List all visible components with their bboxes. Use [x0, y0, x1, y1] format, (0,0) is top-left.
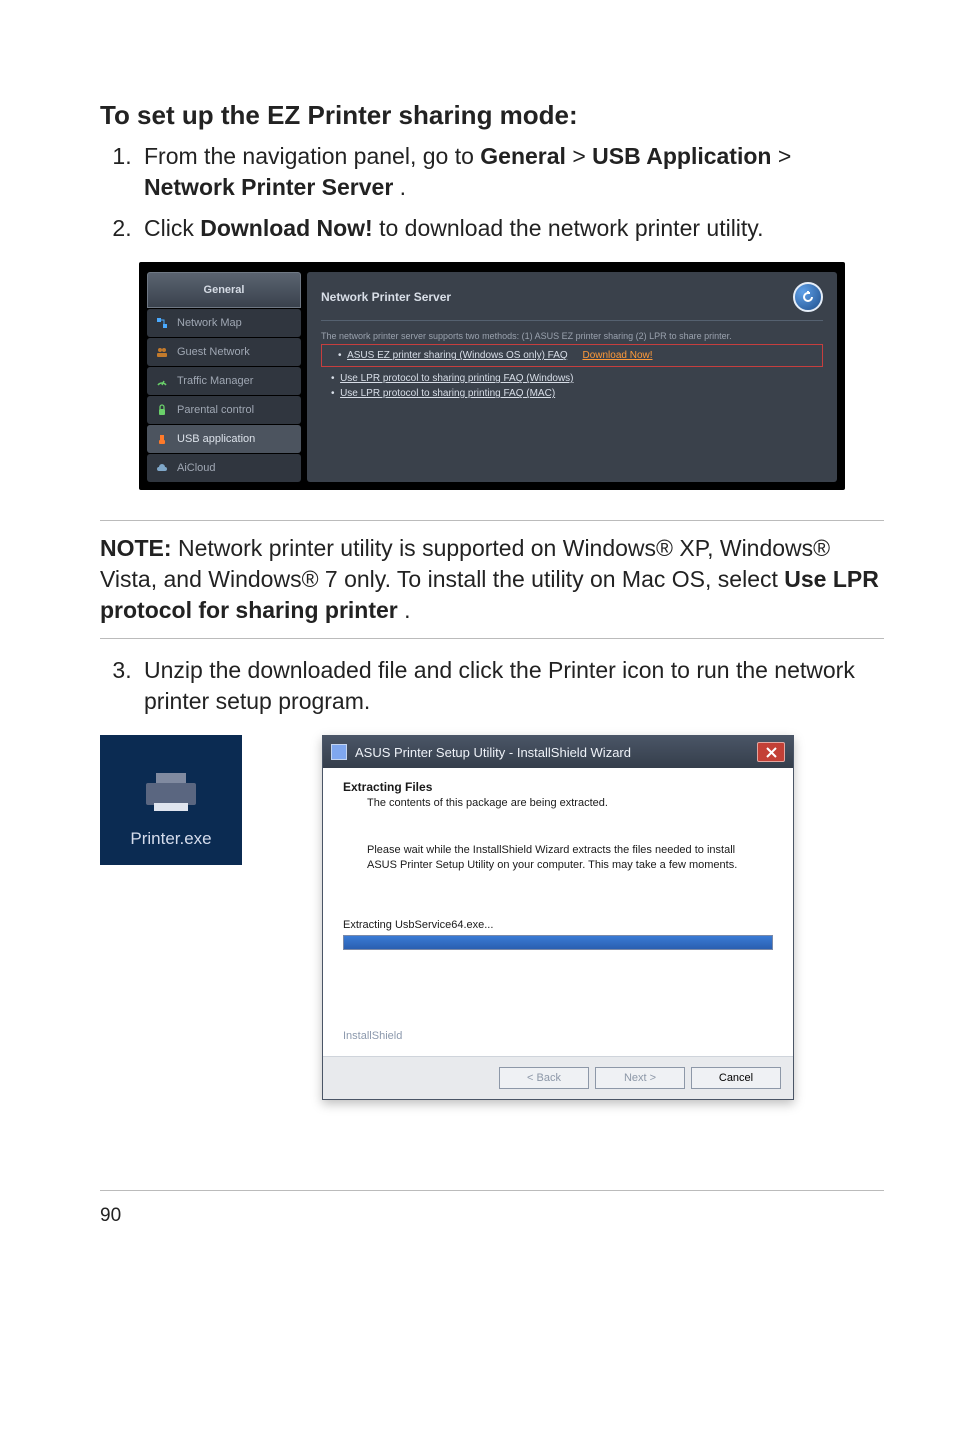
- router-tab-general[interactable]: General: [147, 272, 301, 308]
- step1-post: .: [400, 174, 406, 200]
- router-panel: General Network Map Guest Network Traffi…: [139, 262, 845, 490]
- step2-pre: Click: [144, 215, 200, 241]
- note-body-post: .: [404, 597, 410, 623]
- sidebar-item-label: Traffic Manager: [177, 375, 253, 387]
- meter-icon: [155, 374, 169, 388]
- wizard-extracting-label: Extracting UsbService64.exe...: [343, 919, 773, 931]
- router-tab-general-label: General: [204, 284, 245, 296]
- step-list-2: Unzip the downloaded file and click the …: [100, 655, 884, 717]
- page-number: 90: [100, 1205, 884, 1227]
- wizard-heading: Extracting Files: [343, 780, 773, 794]
- sidebar-item-label: Guest Network: [177, 346, 250, 358]
- close-button[interactable]: [757, 742, 785, 762]
- step-2: Click Download Now! to download the netw…: [138, 213, 884, 244]
- note-body-pre: Network printer utility is supported on …: [100, 535, 830, 592]
- back-button: < Back: [499, 1067, 589, 1089]
- wizard-subheading: The contents of this package are being e…: [367, 797, 773, 809]
- divider: [321, 320, 823, 321]
- note-block: NOTE: Network printer utility is support…: [100, 520, 884, 639]
- step2-bold-download: Download Now!: [200, 215, 372, 241]
- step1-bold-nps: Network Printer Server: [144, 174, 393, 200]
- step2-post: to download the network printer utility.: [379, 215, 763, 241]
- sidebar-item-networkmap[interactable]: Network Map: [147, 309, 301, 337]
- sidebar-item-label: Parental control: [177, 404, 254, 416]
- step1-gt1: >: [572, 143, 592, 169]
- sidebar-item-label: AiCloud: [177, 462, 216, 474]
- footer-separator: [100, 1190, 884, 1191]
- step-3: Unzip the downloaded file and click the …: [138, 655, 884, 717]
- sidebar-item-traffic[interactable]: Traffic Manager: [147, 367, 301, 395]
- usb-icon: [155, 432, 169, 446]
- router-main: Network Printer Server The network print…: [307, 272, 837, 482]
- next-button: Next >: [595, 1067, 685, 1089]
- step-1: From the navigation panel, go to General…: [138, 141, 884, 203]
- faq-link-lpr-win[interactable]: Use LPR protocol to sharing printing FAQ…: [340, 373, 573, 384]
- wizard-body: Please wait while the InstallShield Wiza…: [367, 843, 747, 873]
- download-now-link[interactable]: Download Now!: [582, 350, 652, 361]
- printer-exe-label: Printer.exe: [130, 829, 211, 849]
- faq-link-ezshare[interactable]: ASUS EZ printer sharing (Windows OS only…: [347, 350, 568, 361]
- printer-icon: [146, 773, 196, 813]
- lock-icon: [155, 403, 169, 417]
- progress-bar: [343, 935, 773, 950]
- faq-link-lpr-mac[interactable]: Use LPR protocol to sharing printing FAQ…: [340, 388, 555, 399]
- sidebar-item-aicloud[interactable]: AiCloud: [147, 454, 301, 482]
- note-label: NOTE:: [100, 535, 172, 561]
- progress-fill: [344, 936, 772, 949]
- wizard-titlebar: ASUS Printer Setup Utility - InstallShie…: [323, 736, 793, 768]
- step1-gt2: >: [778, 143, 791, 169]
- cancel-button[interactable]: Cancel: [691, 1067, 781, 1089]
- printer-exe-tile[interactable]: Printer.exe: [100, 735, 242, 865]
- sidebar-item-parental[interactable]: Parental control: [147, 396, 301, 424]
- wizard-title: ASUS Printer Setup Utility - InstallShie…: [355, 745, 631, 760]
- router-sidebar: General Network Map Guest Network Traffi…: [147, 272, 301, 482]
- sidebar-item-label: USB application: [177, 433, 255, 445]
- step1-pre: From the navigation panel, go to: [144, 143, 480, 169]
- support-line: The network printer server supports two …: [321, 331, 823, 341]
- network-icon: [155, 316, 169, 330]
- step1-bold-usbapp: USB Application: [592, 143, 771, 169]
- section-heading: To set up the EZ Printer sharing mode:: [100, 100, 884, 131]
- wizard-buttons: < Back Next > Cancel: [323, 1056, 793, 1099]
- router-main-title: Network Printer Server: [321, 290, 451, 304]
- step-list-1: From the navigation panel, go to General…: [100, 141, 884, 244]
- sidebar-item-usb[interactable]: USB application: [147, 425, 301, 453]
- cloud-icon: [155, 461, 169, 475]
- sidebar-item-label: Network Map: [177, 317, 242, 329]
- step3-text: Unzip the downloaded file and click the …: [144, 657, 855, 714]
- refresh-button[interactable]: [793, 282, 823, 312]
- sidebar-item-guest[interactable]: Guest Network: [147, 338, 301, 366]
- highlight-box: • ASUS EZ printer sharing (Windows OS on…: [321, 344, 823, 367]
- step1-bold-general: General: [480, 143, 566, 169]
- installshield-wizard: ASUS Printer Setup Utility - InstallShie…: [322, 735, 794, 1100]
- installshield-brand: InstallShield: [343, 1030, 773, 1042]
- wizard-app-icon: [331, 744, 347, 760]
- people-icon: [155, 345, 169, 359]
